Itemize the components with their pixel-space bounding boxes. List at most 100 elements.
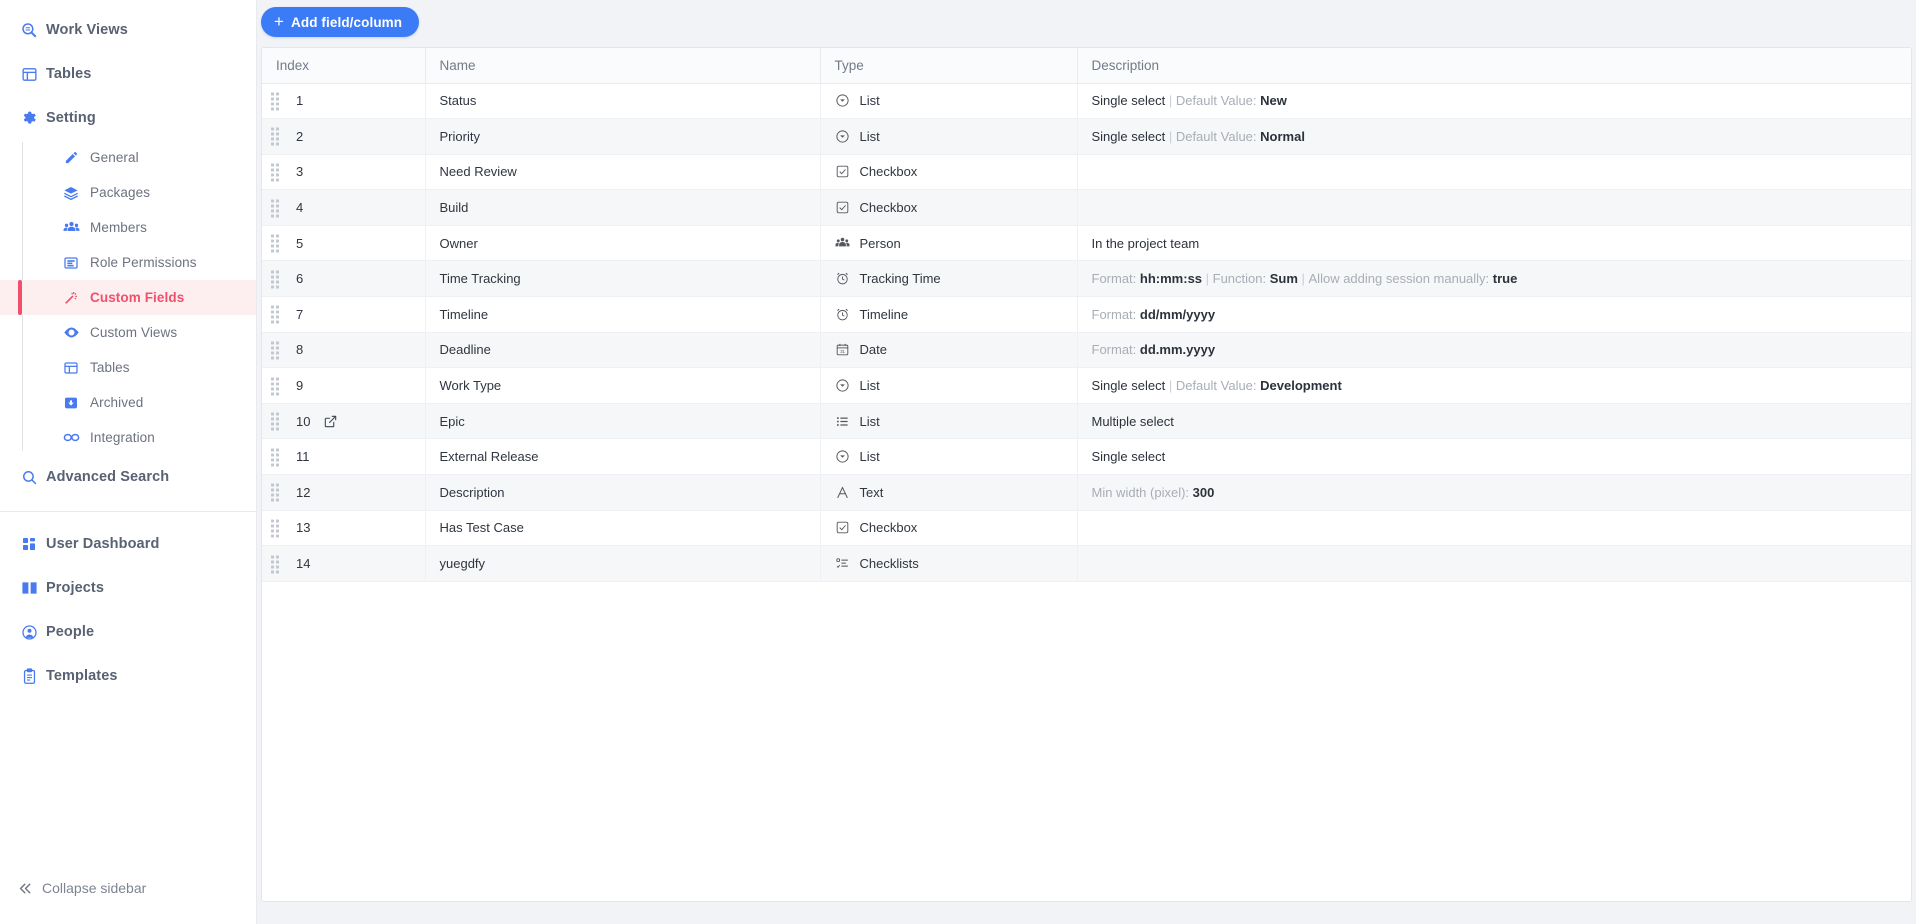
drag-handle[interactable] bbox=[271, 483, 279, 502]
cell-type: List bbox=[820, 403, 1078, 440]
table-row[interactable]: 13 Has Test Case Checkbox bbox=[262, 510, 1911, 547]
drag-handle[interactable] bbox=[271, 92, 279, 111]
column-header-type[interactable]: Type bbox=[820, 48, 1078, 84]
sidebar-item-people[interactable]: People bbox=[0, 610, 256, 654]
table-row[interactable]: 1 Status List Single select | Default Value… bbox=[262, 83, 1911, 120]
type-label: Person bbox=[859, 235, 901, 251]
table-row[interactable]: 9 Work Type List Single select | Default Va… bbox=[262, 367, 1911, 404]
drag-handle[interactable] bbox=[271, 377, 279, 396]
sidebar-item-label: General bbox=[90, 150, 139, 165]
table-row[interactable]: 7 Timeline Timeline Format: dd/mm/yyyy bbox=[262, 296, 1911, 333]
row-index-value: 8 bbox=[296, 342, 304, 358]
column-header-index[interactable]: Index bbox=[262, 48, 426, 84]
cell-type: Person bbox=[820, 225, 1078, 262]
sidebar-item-role-permissions[interactable]: Role Permissions bbox=[0, 245, 256, 280]
sidebar-setting-subnav: General Packages Members Role Permission… bbox=[0, 140, 256, 455]
drag-handle[interactable] bbox=[271, 127, 279, 146]
drag-handle[interactable] bbox=[271, 412, 279, 431]
table-row[interactable]: 5 Owner Person In the project team bbox=[262, 225, 1911, 262]
type-label: Checkbox bbox=[859, 520, 918, 536]
cell-name: Has Test Case bbox=[425, 510, 821, 547]
type-label: Checklists bbox=[859, 556, 919, 572]
drag-handle[interactable] bbox=[271, 341, 279, 360]
table-row[interactable]: 6 Time Tracking Tracking Time Format: hh:mm… bbox=[262, 260, 1911, 298]
calendar-icon: 31 bbox=[835, 342, 851, 357]
cell-name: External Release bbox=[425, 438, 821, 476]
sidebar-item-setting[interactable]: Setting bbox=[0, 96, 256, 140]
cell-index: 14 bbox=[262, 545, 426, 582]
sidebar-item-custom-fields[interactable]: Custom Fields bbox=[0, 280, 256, 315]
cell-name: Build bbox=[425, 189, 821, 226]
cell-type: Checklists bbox=[820, 545, 1078, 582]
sidebar-item-members[interactable]: Members bbox=[0, 210, 256, 245]
table-row[interactable]: 8 Deadline 31 Date Format: dd.mm.yyyy bbox=[262, 332, 1911, 369]
svg-text:31: 31 bbox=[840, 349, 845, 354]
table-header: Index Name Type Description bbox=[262, 48, 1911, 84]
cell-name: Timeline bbox=[425, 296, 821, 333]
search-icon bbox=[12, 469, 46, 486]
cell-description: In the project team bbox=[1077, 225, 1911, 262]
sidebar-item-projects[interactable]: Projects bbox=[0, 566, 256, 610]
cell-type: List bbox=[820, 367, 1078, 404]
drag-handle[interactable] bbox=[271, 555, 279, 574]
sidebar-item-tables-sub[interactable]: Tables bbox=[0, 350, 256, 385]
sidebar-item-label: Advanced Search bbox=[46, 469, 170, 485]
collapse-sidebar-button[interactable]: Collapse sidebar bbox=[0, 866, 256, 910]
cell-description: Single select bbox=[1077, 438, 1911, 476]
text-a-icon bbox=[835, 485, 851, 500]
external-link-icon[interactable] bbox=[324, 415, 337, 428]
column-header-description[interactable]: Description bbox=[1077, 48, 1911, 84]
cell-type: 31 Date bbox=[820, 332, 1078, 369]
sidebar-item-label: Integration bbox=[90, 430, 155, 445]
people-icon bbox=[835, 236, 851, 251]
drag-handle[interactable] bbox=[271, 305, 279, 324]
drag-handle[interactable] bbox=[271, 199, 279, 218]
table-row[interactable]: 10 Epic List Multiple select bbox=[262, 403, 1911, 440]
sidebar-divider bbox=[0, 511, 256, 512]
cell-name: yuegdfy bbox=[425, 545, 821, 582]
app-root: Work Views Tables Setting General Packag… bbox=[0, 0, 1916, 924]
sidebar-item-label: Setting bbox=[46, 110, 96, 126]
row-index-value: 5 bbox=[296, 235, 304, 251]
sidebar-item-advanced-search[interactable]: Advanced Search bbox=[0, 455, 256, 499]
table-row[interactable]: 2 Priority List Single select | Default Val… bbox=[262, 118, 1911, 155]
sidebar-item-user-dashboard[interactable]: User Dashboard bbox=[0, 522, 256, 566]
add-field-column-button[interactable]: + Add field/column bbox=[261, 7, 420, 37]
drag-handle[interactable] bbox=[271, 519, 279, 538]
table-row[interactable]: 11 External Release List Single select bbox=[262, 438, 1911, 476]
custom-fields-table-card: Index Name Type Description 1 Status List S… bbox=[261, 47, 1912, 902]
sidebar-item-archived[interactable]: Archived bbox=[0, 385, 256, 420]
cell-index: 9 bbox=[262, 367, 426, 404]
sidebar-item-integration[interactable]: Integration bbox=[0, 420, 256, 455]
drag-handle[interactable] bbox=[271, 270, 279, 289]
type-label: List bbox=[859, 413, 880, 429]
custom-fields-table: Index Name Type Description 1 Status List S… bbox=[262, 48, 1911, 582]
table-body: 1 Status List Single select | Default Value… bbox=[262, 83, 1911, 582]
sidebar-item-packages[interactable]: Packages bbox=[0, 175, 256, 210]
table-icon bbox=[12, 66, 46, 83]
chevrons-left-icon bbox=[8, 881, 42, 896]
row-index-value: 7 bbox=[296, 306, 304, 322]
cell-description: Format: hh:mm:ss | Function: Sum | Allow… bbox=[1077, 260, 1911, 298]
cell-index: 13 bbox=[262, 510, 426, 547]
drag-handle[interactable] bbox=[271, 448, 279, 467]
dropdown-circle-icon bbox=[835, 449, 851, 464]
sidebar-item-templates[interactable]: Templates bbox=[0, 654, 256, 698]
column-header-name[interactable]: Name bbox=[425, 48, 821, 84]
sidebar-item-work-views[interactable]: Work Views bbox=[0, 8, 256, 52]
drag-handle[interactable] bbox=[271, 234, 279, 253]
drag-handle[interactable] bbox=[271, 163, 279, 182]
sidebar-item-general[interactable]: General bbox=[0, 140, 256, 175]
search-views-icon bbox=[12, 21, 46, 39]
table-row[interactable]: 3 Need Review Checkbox bbox=[262, 154, 1911, 191]
sidebar-item-tables[interactable]: Tables bbox=[0, 52, 256, 96]
type-label: Checkbox bbox=[859, 164, 918, 180]
row-index-value: 12 bbox=[296, 484, 311, 500]
table-row[interactable]: 12 Description Text Min width (pixel): 300 bbox=[262, 474, 1911, 511]
sidebar-item-label: Tables bbox=[90, 360, 130, 375]
table-row[interactable]: 4 Build Checkbox bbox=[262, 189, 1911, 226]
table-icon bbox=[56, 360, 86, 376]
cell-description bbox=[1077, 510, 1911, 547]
table-row[interactable]: 14 yuegdfy Checklists bbox=[262, 545, 1911, 582]
sidebar-item-custom-views[interactable]: Custom Views bbox=[0, 315, 256, 350]
